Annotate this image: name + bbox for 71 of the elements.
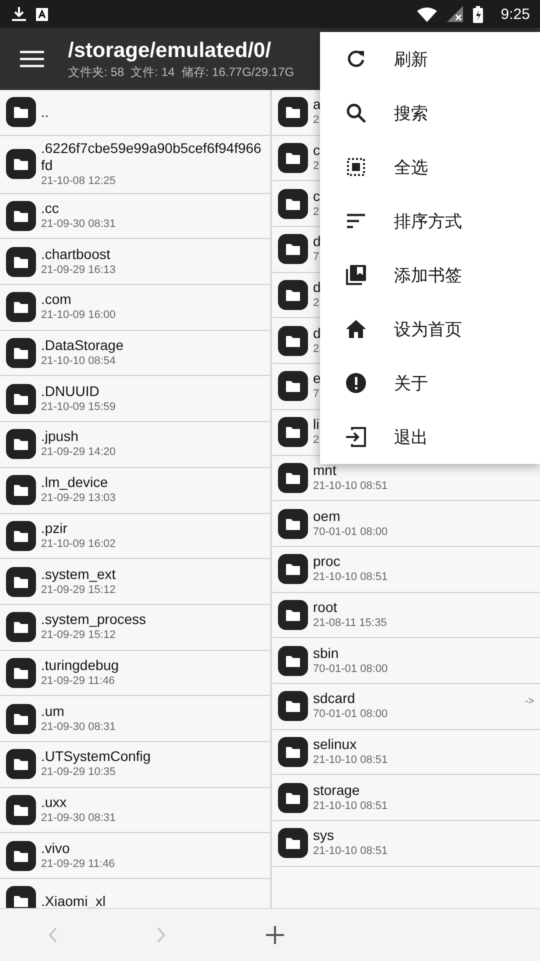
modified-date: 21-10-10 08:51 (313, 752, 388, 768)
modified-date: 7 (313, 250, 320, 266)
modified-date: 7 (313, 387, 320, 402)
modified-date: 21-09-29 13:03 (41, 491, 116, 506)
folder-name: .DNUUID (41, 382, 100, 400)
folder-name: d (313, 233, 321, 250)
modified-date: 21-09-29 15:12 (41, 582, 116, 598)
folder-name: sbin (313, 644, 339, 662)
folder-name: .pzir (41, 520, 68, 537)
modified-date: 2 (313, 204, 320, 220)
modified-date: 21-10-10 08:51 (313, 570, 388, 586)
modified-date: 2 (313, 159, 320, 174)
folder-name: .lm_device (41, 474, 108, 492)
folder-name: e (313, 370, 321, 388)
modified-date: 21-10-08 12:25 (41, 174, 116, 189)
folder-name: d (313, 324, 321, 342)
folder-name: selinux (313, 736, 357, 753)
modified-date: 21-10-09 15:59 (41, 400, 116, 415)
folder-name: c (313, 142, 320, 160)
modified-date: 70-01-01 08:00 (313, 524, 388, 540)
folder-name: .uxx (41, 794, 67, 811)
folder-name: mnt (313, 462, 336, 479)
modified-date: 21-08-11 15:35 (313, 616, 387, 631)
folder-name: .vivo (41, 840, 70, 857)
modified-date: 70-01-01 08:00 (313, 662, 388, 677)
folder-name: li (313, 416, 320, 434)
folder-name: sdcard (313, 690, 356, 708)
folder-name: .turingdebug (41, 656, 119, 674)
storage-summary: 文件夹: 58 文件: 14 储存: 16.77G/29.17G (68, 64, 294, 80)
modified-date: 2 (313, 296, 320, 312)
modified-date: 2 (313, 433, 320, 448)
modified-date: 21-10-10 08:54 (41, 354, 116, 370)
folder-name: .system_process (41, 611, 146, 628)
folder-path: /storage/emulated/0/ (68, 38, 272, 64)
modified-date: 21-09-30 08:31 (41, 217, 116, 232)
folder-name: .6226f7cbe59e99a90b5cef6f94f966fd (41, 140, 262, 174)
modified-date: 21-09-29 16:13 (41, 262, 116, 278)
folder-name: a (313, 96, 321, 114)
clock: 9:25 (500, 6, 530, 22)
modified-date: 21-09-29 11:46 (41, 856, 115, 872)
modified-date: 21-10-10 08:51 (313, 478, 388, 494)
folder-name: c (313, 188, 320, 205)
folder-name: .. (41, 104, 49, 121)
folder-name: d (313, 279, 321, 296)
folder-name: oem (313, 508, 340, 525)
modified-date: 21-10-09 16:02 (41, 536, 116, 552)
folder-name: .system_ext (41, 566, 116, 583)
modified-date: 21-09-29 11:46 (41, 674, 115, 689)
folder-name: .jpush (41, 428, 78, 446)
folder-name: storage (313, 782, 360, 799)
modified-date: 21-09-29 15:12 (41, 628, 116, 644)
folder-name: sys (313, 827, 334, 844)
folder-name: .UTSystemConfig (41, 748, 151, 766)
modified-date: 21-09-29 14:20 (41, 445, 116, 460)
folder-name: proc (313, 553, 340, 570)
folder-name: .cc (41, 200, 59, 218)
modified-date: 2 (313, 342, 320, 357)
folder-name: root (313, 598, 338, 616)
modified-date: 21-10-10 08:51 (313, 798, 388, 814)
modified-date: 21-09-30 08:31 (41, 810, 116, 826)
modified-date: 21-10-10 08:51 (313, 844, 388, 860)
modified-date: 2 (313, 113, 320, 128)
symlink-mark: -> (524, 696, 534, 707)
modified-date: 70-01-01 08:00 (313, 707, 388, 722)
folder-name: .DataStorage (41, 337, 124, 354)
folder-name: .chartboost (41, 246, 110, 263)
modified-date: 21-10-09 16:00 (41, 308, 116, 324)
folder-name: .com (41, 291, 72, 308)
modified-date: 21-09-29 10:35 (41, 765, 116, 780)
folder-name: .um (41, 702, 64, 720)
modified-date: 21-09-30 08:31 (41, 720, 116, 735)
